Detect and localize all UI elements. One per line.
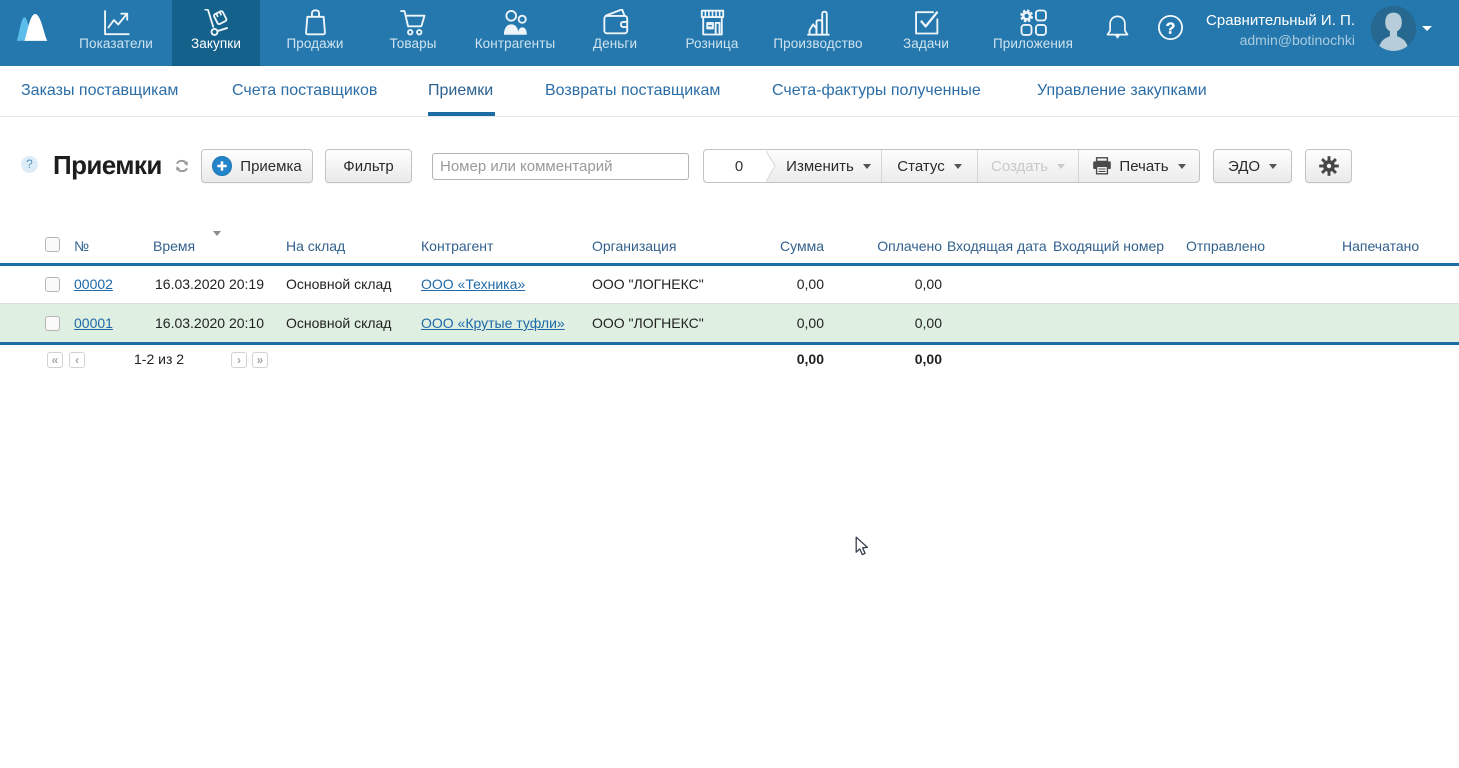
svg-text:?: ?: [1166, 21, 1176, 38]
